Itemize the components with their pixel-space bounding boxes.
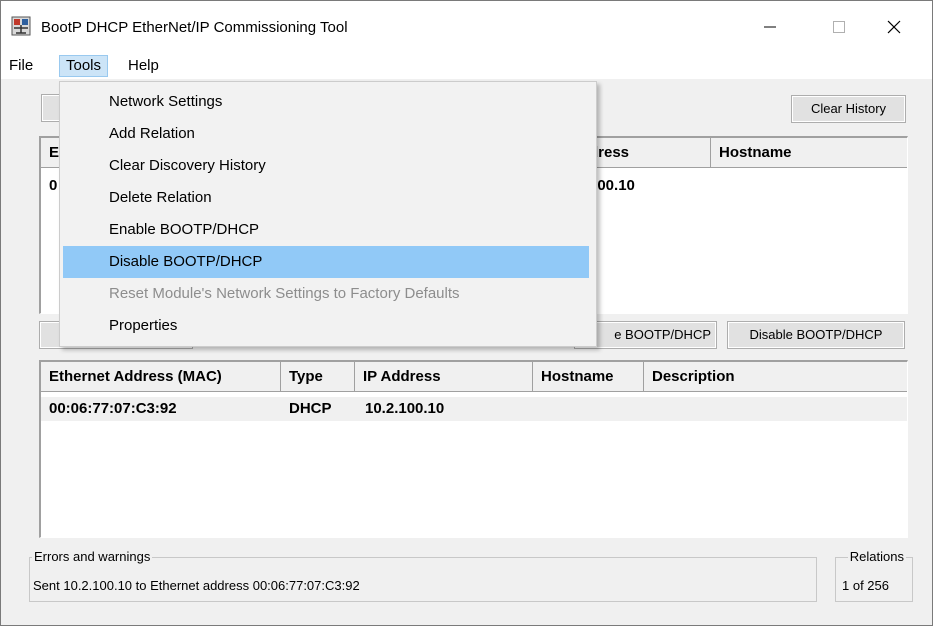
menu-tools[interactable]: Tools [59, 55, 109, 77]
discovery-col-ip-address[interactable]: dress [581, 138, 711, 168]
relations-cell-type: DHCP [289, 400, 332, 417]
relations-count: 1 of 256 [842, 578, 889, 593]
close-icon [887, 20, 901, 34]
menu-item-network-settings[interactable]: Network Settings [63, 86, 589, 118]
relations-header: Ethernet Address (MAC) Type IP Address H… [41, 362, 907, 392]
menu-file[interactable]: File [5, 56, 37, 76]
relations-list[interactable]: Ethernet Address (MAC) Type IP Address H… [39, 360, 908, 538]
maximize-button[interactable] [816, 9, 862, 45]
app-icon [11, 16, 31, 36]
discovery-col-hostname[interactable]: Hostname [711, 138, 907, 168]
menu-bar: File Tools Help [1, 53, 932, 79]
tools-dropdown-menu: Network Settings Add Relation Clear Disc… [59, 81, 597, 347]
app-window: BootP DHCP EtherNet/IP Commissioning Too… [0, 0, 933, 626]
relations-col-description[interactable]: Description [644, 362, 907, 392]
disable-bootp-button[interactable]: Disable BOOTP/DHCP [727, 321, 905, 349]
menu-item-delete-relation[interactable]: Delete Relation [63, 182, 589, 214]
minimize-icon [764, 26, 776, 28]
relations-label: Relations [847, 549, 906, 564]
clear-history-button[interactable]: Clear History [791, 95, 906, 123]
menu-help[interactable]: Help [124, 56, 163, 76]
menu-item-enable-bootp[interactable]: Enable BOOTP/DHCP [63, 214, 589, 246]
discovery-cell-first: 0 [49, 177, 58, 194]
relations-cell-mac: 00:06:77:07:C3:92 [49, 400, 177, 417]
relations-cell-ip: 10.2.100.10 [365, 400, 445, 417]
table-row[interactable]: 00:06:77:07:C3:92 DHCP 10.2.100.10 [41, 397, 907, 421]
errors-text: Sent 10.2.100.10 to Ethernet address 00:… [33, 578, 360, 593]
close-button[interactable] [871, 9, 917, 45]
errors-groupbox: Errors and warnings Sent 10.2.100.10 to … [29, 549, 817, 602]
relations-col-mac[interactable]: Ethernet Address (MAC) [41, 362, 281, 392]
menu-item-clear-discovery-history[interactable]: Clear Discovery History [63, 150, 589, 182]
relations-col-type[interactable]: Type [281, 362, 355, 392]
window-title: BootP DHCP EtherNet/IP Commissioning Too… [41, 19, 348, 36]
menu-item-reset-factory-defaults: Reset Module's Network Settings to Facto… [109, 285, 460, 302]
menu-item-properties[interactable]: Properties [63, 310, 589, 342]
errors-label: Errors and warnings [32, 549, 153, 564]
relations-col-hostname[interactable]: Hostname [533, 362, 644, 392]
disable-bootp-label: Disable BOOTP/DHCP [728, 322, 904, 348]
title-bar[interactable]: BootP DHCP EtherNet/IP Commissioning Too… [1, 1, 932, 53]
relations-groupbox: Relations 1 of 256 [835, 549, 913, 602]
clear-history-label: Clear History [792, 96, 905, 122]
minimize-button[interactable] [746, 9, 792, 45]
menu-item-add-relation[interactable]: Add Relation [63, 118, 589, 150]
relations-col-ip[interactable]: IP Address [355, 362, 533, 392]
maximize-icon [833, 21, 845, 33]
menu-item-disable-bootp[interactable]: Disable BOOTP/DHCP [63, 246, 589, 278]
